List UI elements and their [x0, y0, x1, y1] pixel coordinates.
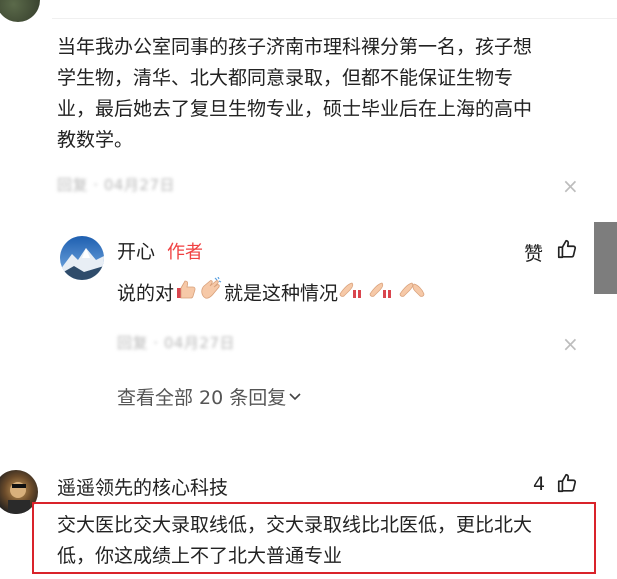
comment-line: 当年我办公室同事的孩子济南市理科裸分第一名，孩子想: [57, 36, 533, 58]
like-count: 4: [533, 473, 546, 495]
thumbs-up-icon[interactable]: [556, 238, 578, 264]
view-all-replies-button[interactable]: 查看全部 20 条回复: [117, 383, 302, 410]
author-tag: 作者: [167, 242, 203, 263]
reply-meta: 回复 · 04月27日: [117, 332, 235, 353]
reply-username[interactable]: 开心: [117, 237, 155, 264]
bow-emoji-icon: [398, 279, 426, 310]
comment-username[interactable]: 遥遥领先的核心科技: [57, 473, 228, 500]
comment-meta: 回复 · 04月27日: [57, 174, 175, 195]
reply-date: 04月27日: [163, 334, 236, 352]
avatar-image: [60, 236, 104, 280]
view-all-label: 查看全部 20 条回复: [117, 387, 287, 409]
comment-text: 当年我办公室同事的孩子济南市理科裸分第一名，孩子想 学生物，清华、北大都同意录取…: [57, 32, 597, 156]
comment-line: 低，你这成绩上不了北大普通专业: [57, 545, 343, 567]
comment-line: 学生物，清华、北大都同意录取，但都不能保证生物专: [57, 67, 514, 89]
divider: [52, 18, 617, 19]
chevron-down-icon: [288, 386, 302, 408]
comment-date: 04月27日: [103, 176, 176, 194]
thumbs-up-icon[interactable]: [556, 472, 578, 498]
reply-link[interactable]: 回复: [57, 176, 88, 194]
comment-text: 交大医比交大录取线低，交大录取线比北医低，更比北大 低，你这成绩上不了北大普通专…: [57, 510, 597, 572]
reply-text-start: 说的对: [117, 282, 175, 305]
reply-text: 说的对 就是这种情况: [117, 276, 426, 311]
comment-line: 交大医比交大录取线低，交大录取线比北医低，更比北大: [57, 514, 533, 536]
meta-separator: ·: [153, 334, 164, 352]
close-icon[interactable]: ×: [562, 332, 579, 356]
avatar[interactable]: [60, 236, 104, 280]
clapping-emoji-icon: [198, 276, 224, 311]
comment-line: 业，最后她去了复旦生物专业，硕士毕业后在上海的高中: [57, 98, 533, 120]
reply-text-middle: 就是这种情况: [224, 282, 339, 305]
meta-separator: ·: [93, 176, 104, 194]
comment-line: 教数学。: [57, 129, 134, 151]
thumbs-up-emoji-icon: [174, 277, 198, 311]
bow-emoji-icon: [368, 279, 398, 310]
like-label[interactable]: 赞: [524, 239, 543, 266]
reply-link[interactable]: 回复: [117, 334, 148, 352]
scrollbar-thumb[interactable]: [594, 222, 617, 294]
avatar-top[interactable]: [0, 0, 40, 22]
bow-emoji-icon: [338, 279, 368, 310]
close-icon[interactable]: ×: [562, 174, 579, 198]
